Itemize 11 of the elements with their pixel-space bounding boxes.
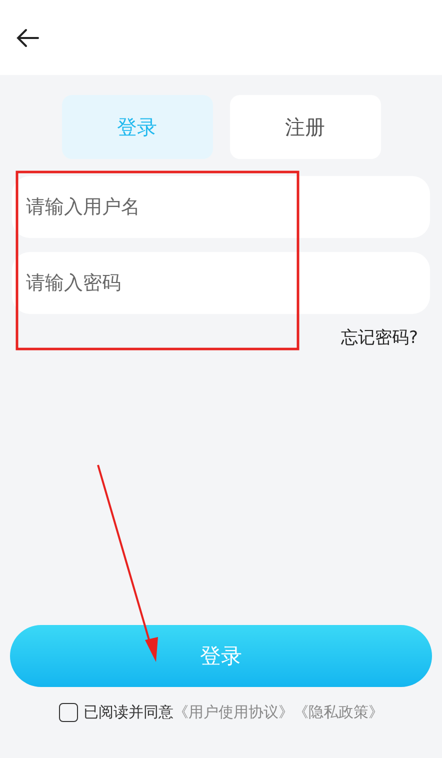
tab[interactable]: 注册: [230, 95, 380, 159]
policy-link[interactable]: 《隐私政策》: [294, 703, 384, 722]
back-arrow-icon: [16, 28, 40, 48]
forgot-password-link[interactable]: 忘记密码?: [340, 326, 418, 349]
tab[interactable]: 登录: [62, 95, 212, 159]
policy-link[interactable]: 《用户使用协议》: [174, 703, 294, 722]
login-button[interactable]: 登录: [10, 625, 432, 687]
input-field[interactable]: 请输入用户名: [12, 176, 430, 238]
checkbox[interactable]: [58, 703, 78, 722]
input-field[interactable]: 请输入密码: [12, 252, 430, 314]
agreement-text: 已阅读并同意: [84, 703, 174, 722]
